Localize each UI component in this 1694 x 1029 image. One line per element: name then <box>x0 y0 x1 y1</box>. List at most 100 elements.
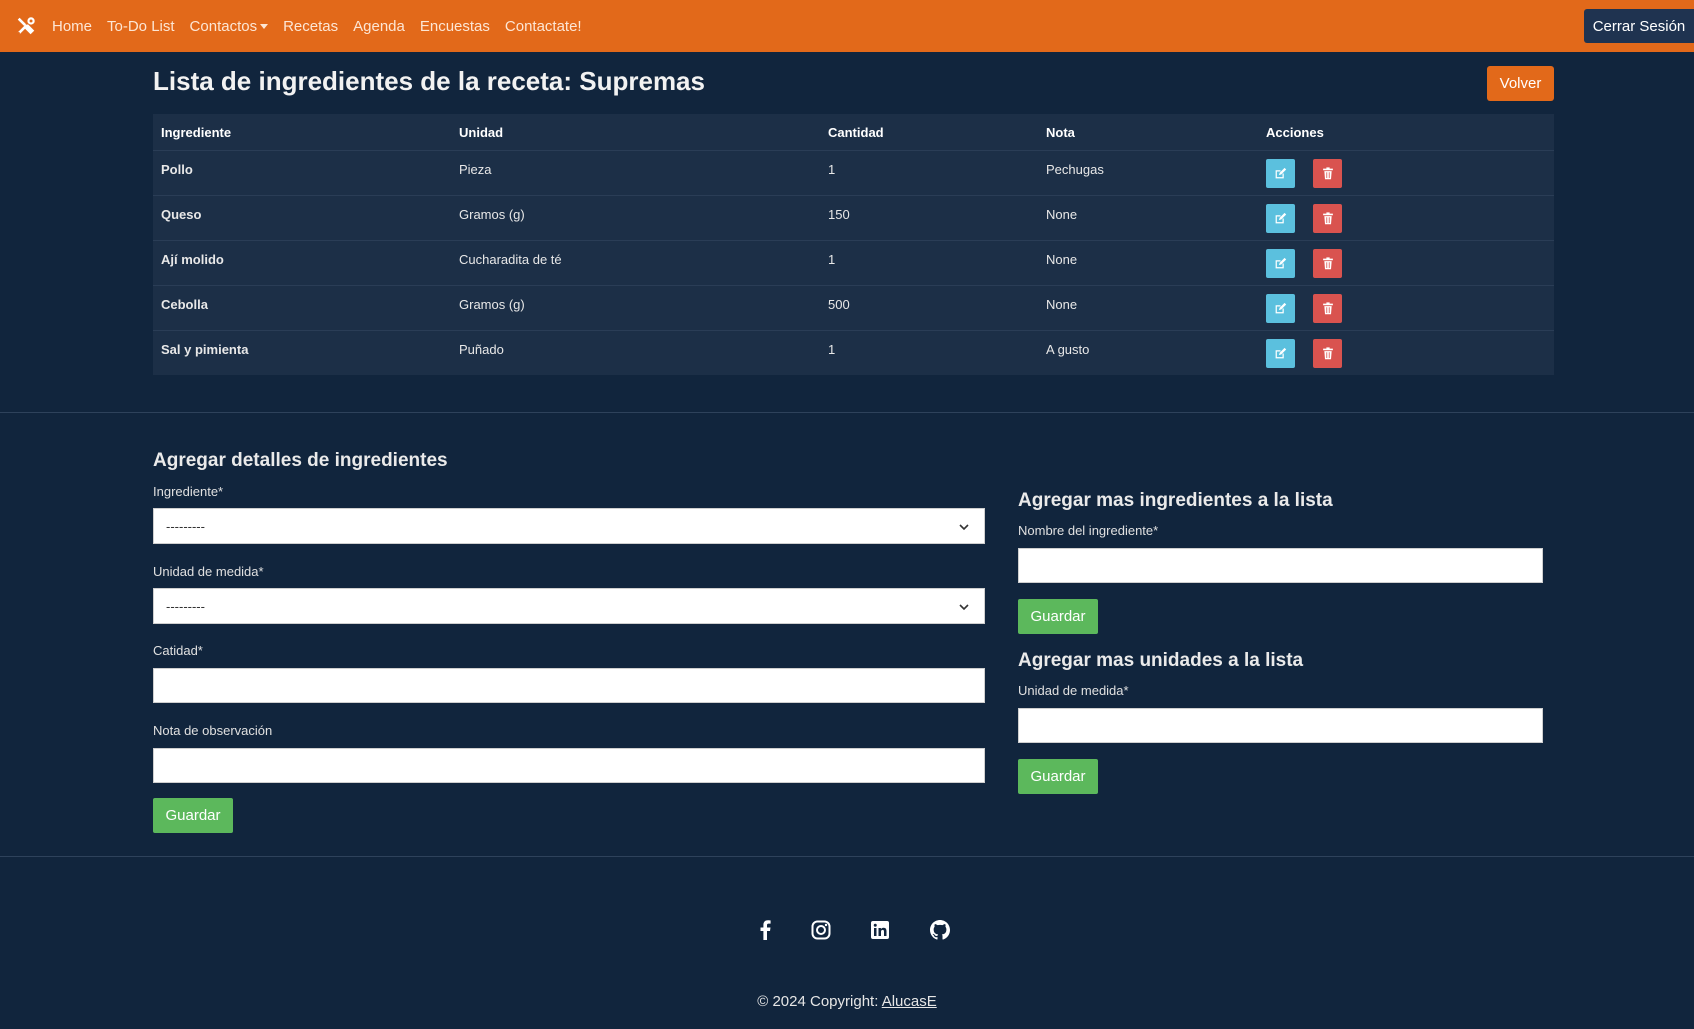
edit-icon <box>1275 347 1287 358</box>
navbar: Home To-Do List Contactos Recetas Agenda… <box>0 0 1694 52</box>
nav-encuestas[interactable]: Encuestas <box>420 18 490 35</box>
nav-contactos-label: Contactos <box>189 17 258 35</box>
trash-icon <box>1322 211 1333 224</box>
cell-cantidad: 500 <box>828 297 850 312</box>
trash-icon <box>1322 166 1333 179</box>
cell-ingrediente: Pollo <box>161 162 193 177</box>
ingredient-select-label: Ingrediente* <box>153 484 224 499</box>
unit-name-input[interactable] <box>1018 708 1543 743</box>
edit-icon <box>1275 302 1287 313</box>
cell-cantidad: 1 <box>828 252 836 267</box>
quantity-input[interactable] <box>153 668 985 703</box>
ingredients-table: Ingrediente Unidad Cantidad Nota Accione… <box>153 114 1554 375</box>
copyright-text: © 2024 Copyright: <box>757 993 882 1010</box>
table-row: Sal y pimienta Puñado 1 A gusto <box>153 330 1554 375</box>
copyright-link[interactable]: AlucasE <box>882 993 937 1010</box>
logout-button[interactable]: Cerrar Sesión <box>1584 9 1694 43</box>
nav-agenda[interactable]: Agenda <box>353 18 405 35</box>
delete-button[interactable] <box>1313 203 1342 233</box>
edit-icon <box>1275 167 1287 178</box>
nav-contactate[interactable]: Contactate! <box>505 18 582 35</box>
github-icon[interactable] <box>928 918 952 942</box>
tools-logo-icon[interactable] <box>0 0 52 52</box>
edit-button[interactable] <box>1266 158 1295 188</box>
unit-select-label: Unidad de medida* <box>153 564 264 579</box>
copyright: © 2024 Copyright: AlucasE <box>0 993 1694 1010</box>
note-label: Nota de observación <box>153 723 273 738</box>
cell-acciones <box>1266 248 1554 278</box>
ingredient-select-value: --------- <box>166 518 205 534</box>
section-divider <box>0 412 1694 413</box>
quantity-label: Catidad* <box>153 643 203 658</box>
add-ingredient-title: Agregar mas ingredientes a la lista <box>1018 490 1333 511</box>
unit-select[interactable]: --------- <box>153 588 985 624</box>
add-ingredient-save-button[interactable]: Guardar <box>1018 599 1098 634</box>
cell-ingrediente: Cebolla <box>161 297 208 312</box>
instagram-icon[interactable] <box>809 918 833 942</box>
edit-button[interactable] <box>1266 203 1295 233</box>
cell-acciones <box>1266 338 1554 368</box>
chevron-down-icon <box>959 604 969 611</box>
cell-nota: None <box>1046 207 1078 222</box>
nav-todo-list[interactable]: To-Do List <box>107 18 175 35</box>
trash-icon <box>1322 256 1333 269</box>
edit-icon <box>1275 212 1287 223</box>
header-acciones: Acciones <box>1266 124 1324 140</box>
cell-nota: None <box>1046 297 1078 312</box>
delete-button[interactable] <box>1313 293 1342 323</box>
cell-cantidad: 1 <box>828 342 836 357</box>
ingredient-name-input[interactable] <box>1018 548 1543 583</box>
cell-unidad: Gramos (g) <box>459 207 525 222</box>
facebook-icon[interactable] <box>753 918 777 942</box>
cell-acciones <box>1266 203 1554 233</box>
delete-button[interactable] <box>1313 248 1342 278</box>
back-button[interactable]: Volver <box>1487 66 1554 101</box>
edit-button[interactable] <box>1266 338 1295 368</box>
nav-contactos[interactable]: Contactos <box>190 18 269 35</box>
table-row: Queso Gramos (g) 150 None <box>153 195 1554 240</box>
delete-button[interactable] <box>1313 338 1342 368</box>
page-title: Lista de ingredientes de la receta: Supr… <box>153 66 705 96</box>
cell-cantidad: 1 <box>828 162 836 177</box>
table-header-row: Ingrediente Unidad Cantidad Nota Accione… <box>153 114 1554 150</box>
cell-unidad: Cucharadita de té <box>459 252 562 267</box>
table-row: Ají molido Cucharadita de té 1 None <box>153 240 1554 285</box>
unit-select-value: --------- <box>166 598 205 614</box>
cell-cantidad: 150 <box>828 207 850 222</box>
cell-ingrediente: Queso <box>161 207 202 222</box>
cell-nota: Pechugas <box>1046 162 1104 177</box>
trash-icon <box>1322 346 1333 359</box>
header-nota: Nota <box>1046 124 1075 140</box>
add-unit-title: Agregar mas unidades a la lista <box>1018 650 1304 671</box>
cell-acciones <box>1266 293 1554 323</box>
edit-button[interactable] <box>1266 293 1295 323</box>
nav-home[interactable]: Home <box>52 18 92 35</box>
cell-unidad: Puñado <box>459 342 504 357</box>
header-unidad: Unidad <box>459 124 504 140</box>
chevron-down-icon <box>959 524 969 531</box>
unit-name-label: Unidad de medida* <box>1018 683 1129 698</box>
cell-unidad: Pieza <box>459 162 492 177</box>
cell-ingrediente: Ají molido <box>161 252 224 267</box>
details-form-title: Agregar detalles de ingredientes <box>153 450 448 471</box>
cell-acciones <box>1266 158 1554 188</box>
table-row: Pollo Pieza 1 Pechugas <box>153 150 1554 195</box>
ingredient-name-label: Nombre del ingrediente* <box>1018 523 1159 538</box>
edit-icon <box>1275 257 1287 268</box>
details-save-button[interactable]: Guardar <box>153 798 233 833</box>
nav-recetas[interactable]: Recetas <box>283 18 338 35</box>
trash-icon <box>1322 301 1333 314</box>
note-input[interactable] <box>153 748 985 783</box>
header-cantidad: Cantidad <box>828 124 884 140</box>
edit-button[interactable] <box>1266 248 1295 278</box>
ingredient-select[interactable]: --------- <box>153 508 985 544</box>
add-unit-save-button[interactable]: Guardar <box>1018 759 1098 794</box>
caret-down-icon <box>260 23 269 29</box>
cell-ingrediente: Sal y pimienta <box>161 342 249 357</box>
cell-nota: None <box>1046 252 1078 267</box>
cell-nota: A gusto <box>1046 342 1090 357</box>
linkedin-icon[interactable] <box>868 918 892 942</box>
header-ingrediente: Ingrediente <box>161 124 232 140</box>
footer-divider <box>0 856 1694 857</box>
delete-button[interactable] <box>1313 158 1342 188</box>
